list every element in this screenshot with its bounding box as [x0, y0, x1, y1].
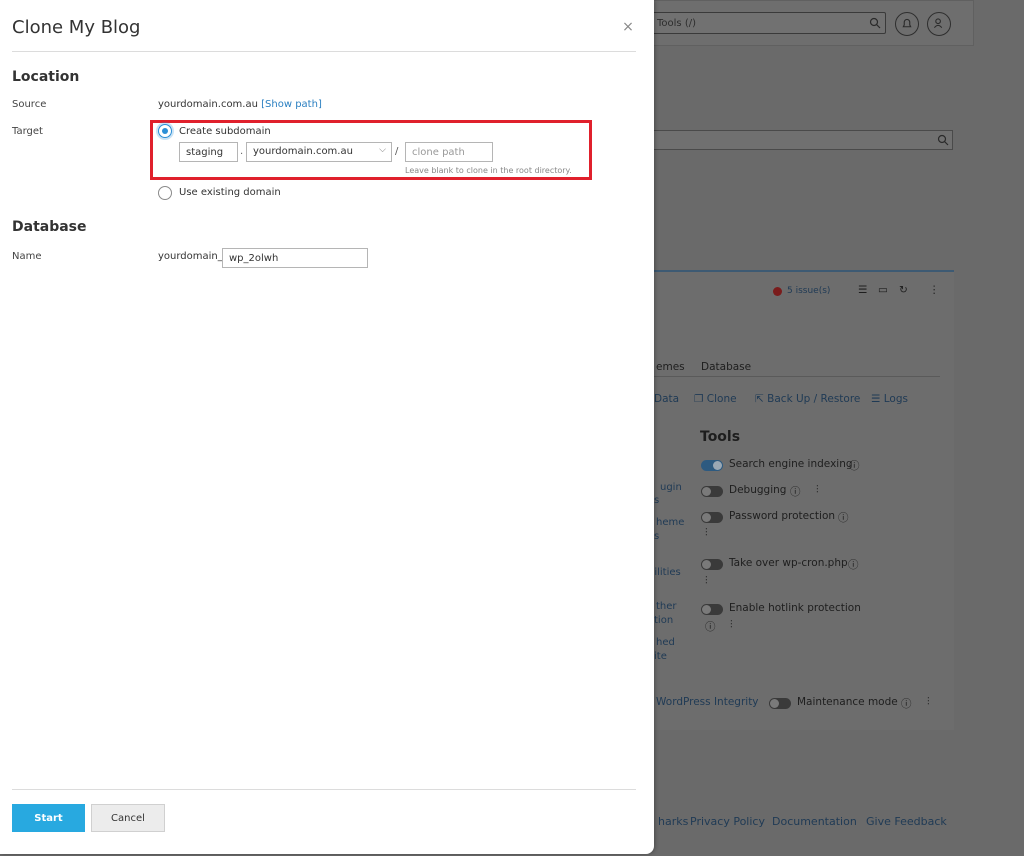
help-icon[interactable]: ⓘ	[705, 619, 716, 634]
password-protection-toggle[interactable]	[701, 512, 723, 523]
left-link-fragment[interactable]: ther	[656, 601, 677, 612]
domain-select-value: yourdomain.com.au	[253, 146, 353, 157]
tool-label: Password protection	[729, 510, 836, 522]
footer-privacy-policy[interactable]: Privacy Policy	[690, 815, 765, 828]
db-name-prefix: yourdomain_	[158, 251, 223, 262]
hotlink-protection-toggle[interactable]	[701, 604, 723, 615]
left-link-fragment[interactable]: ite	[654, 651, 667, 662]
left-link-fragment[interactable]: s	[654, 495, 659, 506]
clone-path-hint: Leave blank to clone in the root directo…	[405, 166, 572, 175]
left-link-fragment[interactable]: hed	[656, 637, 675, 648]
user-profile-icon[interactable]	[927, 12, 951, 36]
tab-themes[interactable]: emes	[656, 361, 685, 373]
close-icon[interactable]: ×	[620, 19, 636, 35]
footer-divider	[12, 789, 636, 790]
search-icon	[869, 17, 881, 29]
action-backup-restore[interactable]: ⇱ Back Up / Restore	[755, 393, 860, 405]
dialog-title: Clone My Blog	[12, 17, 141, 38]
debugging-toggle[interactable]	[701, 486, 723, 497]
tool-label: Enable hotlink protection	[729, 602, 861, 614]
footer-link[interactable]: harks	[658, 815, 688, 828]
action-clone[interactable]: ❐ Clone	[694, 393, 737, 405]
wordpress-integrity-link[interactable]: WordPress Integrity	[656, 696, 759, 708]
global-search-placeholder: Tools (/)	[657, 18, 696, 29]
tab-database[interactable]: Database	[701, 361, 751, 373]
secondary-search-input[interactable]	[648, 130, 953, 150]
chevron-down-icon: ⌵	[379, 145, 386, 155]
clone-path-input[interactable]	[405, 142, 493, 162]
tabs-divider	[648, 376, 940, 377]
settings-sliders-icon[interactable]: ⫶	[705, 527, 708, 540]
tool-label: Debugging	[729, 484, 787, 496]
backup-icon: ⇱	[755, 393, 764, 405]
db-name-label: Name	[12, 251, 42, 262]
settings-sliders-icon[interactable]: ⫶	[705, 575, 708, 588]
source-label: Source	[12, 99, 47, 110]
maintenance-mode-toggle[interactable]	[769, 698, 791, 709]
settings-sliders-icon[interactable]: ⫶	[927, 696, 930, 709]
domain-select[interactable]: yourdomain.com.au ⌵	[246, 142, 392, 162]
source-value: yourdomain.com.au [Show path]	[158, 99, 322, 110]
tool-label: Take over wp-cron.php	[729, 557, 848, 569]
refresh-icon[interactable]: ↻	[899, 284, 908, 296]
global-search-input[interactable]: Tools (/)	[648, 12, 886, 34]
clone-icon: ❐	[694, 393, 704, 405]
left-link-fragment[interactable]: tion	[654, 615, 673, 626]
help-icon[interactable]: ⓘ	[790, 484, 801, 499]
clone-dialog: Clone My Blog × Location Source yourdoma…	[0, 0, 654, 854]
footer-documentation[interactable]: Documentation	[772, 815, 857, 828]
left-link-fragment[interactable]: ugin	[660, 482, 682, 493]
help-icon[interactable]: ⓘ	[838, 510, 849, 525]
issues-count[interactable]: 5 issue(s)	[787, 286, 830, 296]
action-data[interactable]: Data	[654, 393, 679, 405]
maintenance-mode-label: Maintenance mode	[797, 696, 898, 708]
source-domain: yourdomain.com.au	[158, 99, 258, 110]
subdomain-input[interactable]	[179, 142, 238, 162]
settings-sliders-icon[interactable]: ⫶	[730, 619, 733, 632]
target-label: Target	[12, 126, 43, 137]
create-subdomain-label[interactable]: Create subdomain	[179, 126, 271, 137]
wp-cron-toggle[interactable]	[701, 559, 723, 570]
wordpress-instance-panel	[648, 270, 954, 730]
help-icon[interactable]: ⓘ	[848, 557, 859, 572]
cancel-button[interactable]: Cancel	[91, 804, 165, 832]
database-heading: Database	[12, 219, 87, 235]
left-link-fragment[interactable]: heme	[656, 517, 684, 528]
logs-icon: ☰	[871, 393, 881, 405]
list-view-icon[interactable]: ☰	[858, 284, 867, 296]
start-button[interactable]: Start	[12, 804, 85, 832]
help-icon[interactable]: ⓘ	[849, 458, 860, 473]
show-path-link[interactable]: [Show path]	[261, 99, 322, 110]
use-existing-domain-label[interactable]: Use existing domain	[179, 187, 281, 198]
slash-separator: /	[395, 146, 399, 157]
left-link-fragment[interactable]: s	[654, 531, 659, 542]
more-menu-icon[interactable]: ⋮	[929, 284, 940, 296]
folder-icon[interactable]: ▭	[878, 284, 888, 296]
use-existing-domain-radio[interactable]	[158, 186, 172, 200]
header-divider	[12, 51, 636, 52]
help-icon[interactable]: ⓘ	[901, 696, 912, 711]
search-indexing-toggle[interactable]	[701, 460, 723, 471]
settings-sliders-icon[interactable]: ⫶	[816, 484, 819, 497]
footer-give-feedback[interactable]: Give Feedback	[866, 815, 947, 828]
tool-label: Search engine indexing	[729, 458, 853, 470]
db-name-input[interactable]	[222, 248, 368, 268]
issue-warning-icon	[773, 287, 782, 296]
action-logs[interactable]: ☰ Logs	[871, 393, 908, 405]
tools-heading: Tools	[700, 429, 741, 445]
notifications-icon[interactable]	[895, 12, 919, 36]
dot-separator: .	[240, 146, 244, 157]
location-heading: Location	[12, 69, 80, 85]
create-subdomain-radio[interactable]	[158, 124, 172, 138]
search-icon	[937, 134, 949, 146]
